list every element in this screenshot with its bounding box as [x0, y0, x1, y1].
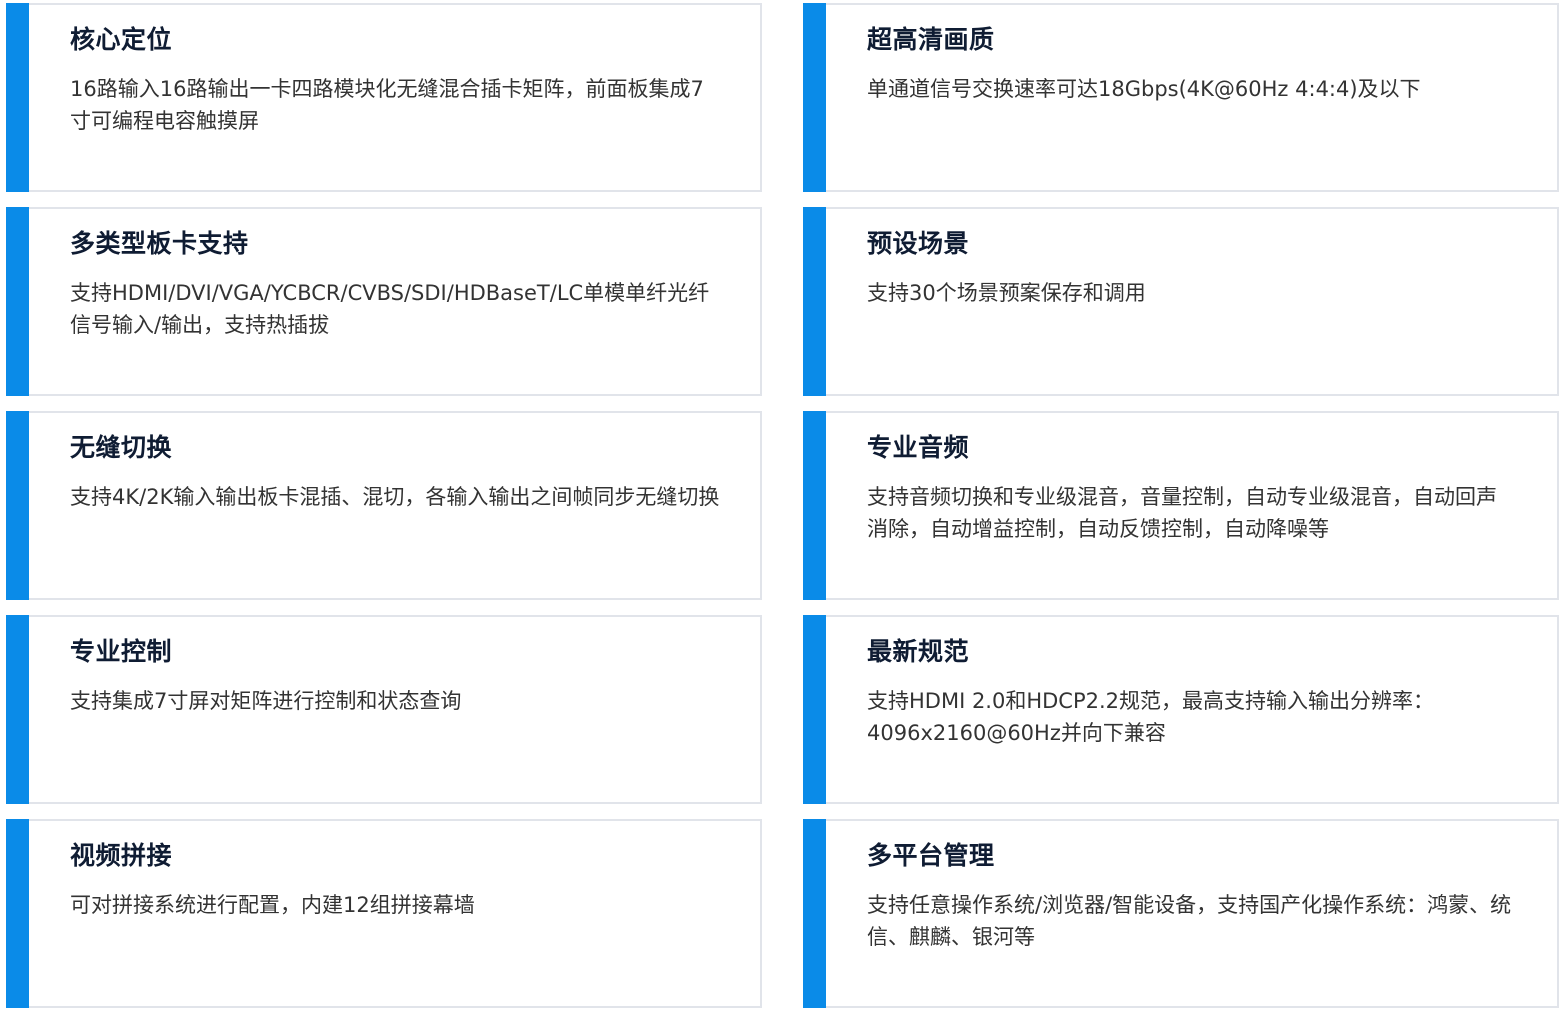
card-accent-bar [803, 207, 826, 396]
feature-card-video-wall: 视频拼接 可对拼接系统进行配置，内建12组拼接幕墙 [6, 819, 762, 1008]
card-accent-bar [803, 615, 826, 804]
feature-title: 视频拼接 [70, 841, 173, 870]
feature-title: 无缝切换 [70, 433, 173, 462]
feature-card-multi-board: 多类型板卡支持 支持HDMI/DVI/VGA/YCBCR/CVBS/SDI/HD… [6, 207, 762, 396]
feature-card-latest-spec: 最新规范 支持HDMI 2.0和HDCP2.2规范，最高支持输入输出分辨率：40… [803, 615, 1559, 804]
feature-title: 专业控制 [70, 637, 173, 666]
feature-title: 超高清画质 [867, 25, 995, 54]
feature-card-multi-platform: 多平台管理 支持任意操作系统/浏览器/智能设备，支持国产化操作系统：鸿蒙、统信、… [803, 819, 1559, 1008]
feature-title: 预设场景 [867, 229, 970, 258]
feature-description: 16路输入16路输出一卡四路模块化无缝混合插卡矩阵，前面板集成7寸可编程电容触摸… [70, 77, 704, 133]
feature-description: 支持集成7寸屏对矩阵进行控制和状态查询 [70, 689, 462, 713]
feature-description: 支持30个场景预案保存和调用 [867, 281, 1146, 305]
feature-grid: 核心定位 16路输入16路输出一卡四路模块化无缝混合插卡矩阵，前面板集成7寸可编… [6, 3, 1559, 1008]
feature-card-core-position: 核心定位 16路输入16路输出一卡四路模块化无缝混合插卡矩阵，前面板集成7寸可编… [6, 3, 762, 192]
feature-description: 支持音频切换和专业级混音，音量控制，自动专业级混音，自动回声消除，自动增益控制，… [867, 485, 1497, 541]
feature-card-ultra-hd: 超高清画质 单通道信号交换速率可达18Gbps(4K@60Hz 4:4:4)及以… [803, 3, 1559, 192]
feature-card-pro-audio: 专业音频 支持音频切换和专业级混音，音量控制，自动专业级混音，自动回声消除，自动… [803, 411, 1559, 600]
feature-title: 多平台管理 [867, 841, 995, 870]
card-accent-bar [803, 819, 826, 1008]
card-accent-bar [6, 3, 29, 192]
feature-title: 多类型板卡支持 [70, 229, 249, 258]
feature-card-preset-scenes: 预设场景 支持30个场景预案保存和调用 [803, 207, 1559, 396]
feature-description: 支持HDMI/DVI/VGA/YCBCR/CVBS/SDI/HDBaseT/LC… [70, 281, 710, 337]
feature-title: 专业音频 [867, 433, 970, 462]
card-accent-bar [6, 819, 29, 1008]
feature-description: 单通道信号交换速率可达18Gbps(4K@60Hz 4:4:4)及以下 [867, 77, 1421, 101]
feature-title: 最新规范 [867, 637, 970, 666]
card-accent-bar [6, 411, 29, 600]
feature-title: 核心定位 [70, 25, 173, 54]
feature-description: 支持任意操作系统/浏览器/智能设备，支持国产化操作系统：鸿蒙、统信、麒麟、银河等 [867, 893, 1512, 949]
card-accent-bar [6, 207, 29, 396]
feature-description: 支持HDMI 2.0和HDCP2.2规范，最高支持输入输出分辨率：4096x21… [867, 689, 1435, 745]
feature-card-seamless-switch: 无缝切换 支持4K/2K输入输出板卡混插、混切，各输入输出之间帧同步无缝切换 [6, 411, 762, 600]
card-accent-bar [803, 3, 826, 192]
feature-description: 可对拼接系统进行配置，内建12组拼接幕墙 [70, 893, 475, 917]
card-accent-bar [6, 615, 29, 804]
feature-card-pro-control: 专业控制 支持集成7寸屏对矩阵进行控制和状态查询 [6, 615, 762, 804]
card-accent-bar [803, 411, 826, 600]
feature-description: 支持4K/2K输入输出板卡混插、混切，各输入输出之间帧同步无缝切换 [70, 485, 720, 509]
